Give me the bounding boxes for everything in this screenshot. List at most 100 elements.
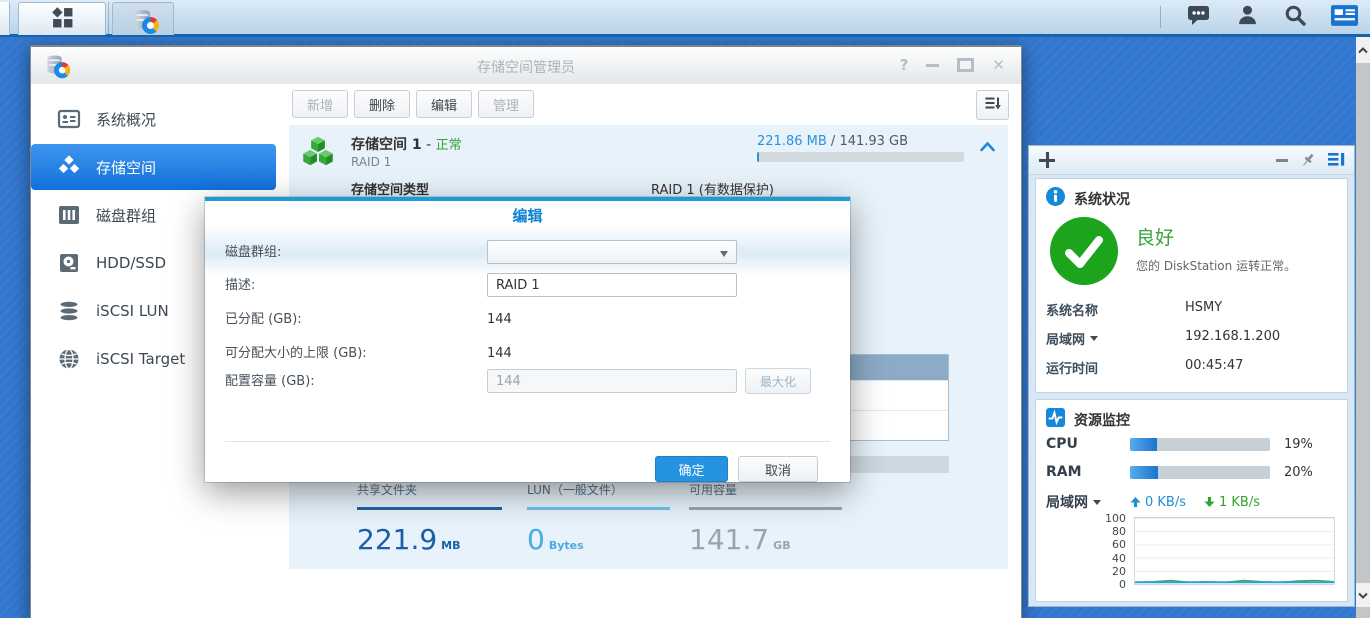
volume-name: 存储空间 1 xyxy=(351,137,422,153)
search-icon[interactable] xyxy=(1283,3,1307,31)
description-input[interactable] xyxy=(487,273,737,297)
maximize-icon[interactable] xyxy=(957,58,974,72)
user-icon[interactable] xyxy=(1236,3,1259,31)
cpu-bar-fill xyxy=(1130,438,1157,451)
stat-unit: GB xyxy=(773,539,790,552)
chart-y-ticks: 100 80 60 40 20 0 xyxy=(1046,512,1126,591)
taskbar-separator xyxy=(108,2,109,35)
help-icon[interactable]: ? xyxy=(900,56,909,74)
ram-label: RAM xyxy=(1046,464,1130,480)
lan-ip-value: 192.168.1.200 xyxy=(1185,329,1280,348)
system-health-widget: 系统状况 良好 您的 DiskStation 运转正常。 系统名称 HSMY 局… xyxy=(1035,178,1348,393)
volume-title: 存储空间 1 - 正常 xyxy=(351,134,462,154)
stat-available: 可用容量 141.7GB xyxy=(689,481,842,556)
disk-group-dropdown[interactable] xyxy=(487,240,737,264)
widget-title: 系统状况 xyxy=(1074,189,1130,209)
manage-button[interactable]: 管理 xyxy=(478,90,534,118)
health-description: 您的 DiskStation 运转正常。 xyxy=(1136,257,1346,274)
widget-panel: 系统状况 良好 您的 DiskStation 运转正常。 系统名称 HSMY 局… xyxy=(1028,145,1355,607)
edit-button[interactable]: 编辑 xyxy=(416,90,472,118)
sidebar-item-label: 系统概况 xyxy=(96,109,156,130)
iscsi-lun-icon xyxy=(57,299,81,323)
widgets-icon[interactable] xyxy=(1331,5,1358,30)
scrollbar[interactable] xyxy=(1356,37,1370,618)
collapse-panel-icon[interactable] xyxy=(1276,159,1288,162)
health-check-icon xyxy=(1050,217,1118,285)
chevron-down-icon xyxy=(720,251,728,257)
lan-upload: 0 KB/s xyxy=(1130,495,1186,510)
delete-button[interactable]: 删除 xyxy=(354,90,410,118)
stat-value: 0 xyxy=(527,523,545,556)
capacity-input[interactable] xyxy=(487,369,737,393)
dialog-title: 编辑 xyxy=(205,201,850,229)
volume-used: 221.86 MB xyxy=(757,134,827,149)
info-icon xyxy=(1046,187,1065,210)
stat-unit: MB xyxy=(441,539,460,552)
stat-value: 141.7 xyxy=(689,523,769,556)
overview-icon xyxy=(57,107,81,131)
minimize-icon[interactable] xyxy=(926,64,939,67)
stat-rule xyxy=(689,507,842,510)
ok-button[interactable]: 确定 xyxy=(655,456,728,482)
pin-icon[interactable] xyxy=(1300,152,1316,172)
volume-usage: 221.86 MB / 141.93 GB xyxy=(757,134,908,149)
taskbar xyxy=(0,0,1370,37)
widget-title: 资源监控 xyxy=(1074,410,1130,430)
sidebar-item-overview[interactable]: 系统概况 xyxy=(31,96,276,142)
stat-shared-folders: 共享文件夹 221.9 MB xyxy=(357,481,502,556)
edit-dialog: 编辑 磁盘群组: 描述: 已分配 (GB): 144 可分配大小的上限 (GB)… xyxy=(205,197,850,482)
allocated-label: 已分配 (GB): xyxy=(225,312,302,327)
scroll-down-icon[interactable] xyxy=(1356,583,1370,607)
collapse-chevron-icon[interactable] xyxy=(979,138,996,157)
window-title: 存储空间管理员 xyxy=(31,57,1021,77)
stat-rule xyxy=(357,507,502,510)
download-arrow-icon xyxy=(1204,496,1215,508)
ram-bar xyxy=(1130,466,1270,479)
lan-download: 1 KB/s xyxy=(1204,495,1260,510)
storage-manager-icon xyxy=(135,8,152,31)
close-icon[interactable]: ✕ xyxy=(992,56,1005,74)
cpu-value: 19% xyxy=(1284,437,1313,452)
sidebar-item-label: HDD/SSD xyxy=(96,254,166,272)
dialog-divider xyxy=(225,441,830,442)
disk-group-label: 磁盘群组: xyxy=(225,245,281,260)
scroll-up-icon[interactable] xyxy=(1356,37,1370,63)
lan-traffic-chart: 100 80 60 40 20 0 xyxy=(1046,512,1337,592)
cpu-label: CPU xyxy=(1046,436,1130,452)
allocated-value: 144 xyxy=(487,307,512,332)
lan-label[interactable]: 局域网 xyxy=(1046,329,1185,348)
desktop: 存储空间管理员 ? ✕ 系统概况 xyxy=(0,0,1370,618)
capacity-label: 配置容量 (GB): xyxy=(225,374,315,389)
volume-status-icon xyxy=(299,134,337,174)
create-button[interactable]: 新增 xyxy=(292,90,348,118)
sidebar-item-label: 存储空间 xyxy=(96,157,156,178)
sort-list-button[interactable] xyxy=(976,90,1009,120)
cancel-button[interactable]: 取消 xyxy=(738,456,818,482)
resource-monitor-widget: 资源监控 CPU 19% RAM 20% 局域网 0 KB/s xyxy=(1035,399,1348,602)
maximize-capacity-button[interactable]: 最大化 xyxy=(745,368,811,394)
volume-type-value: RAID 1 (有数据保护) xyxy=(651,179,774,198)
stat-rule xyxy=(527,507,670,510)
resource-monitor-icon xyxy=(1046,408,1065,431)
storage-manager-taskbar-button[interactable] xyxy=(112,2,174,35)
max-alloc-value: 144 xyxy=(487,341,512,366)
sidebar-item-volume[interactable]: 存储空间 xyxy=(31,144,276,190)
volume-total: 141.93 GB xyxy=(839,134,908,149)
chat-icon[interactable] xyxy=(1185,3,1212,31)
stat-value: 221.9 xyxy=(357,523,437,556)
stat-label: 共享文件夹 xyxy=(357,481,502,498)
sort-list-icon xyxy=(984,94,1002,116)
volume-type-label: 存储空间类型 xyxy=(351,179,429,198)
taskbar-clipped-button[interactable] xyxy=(0,2,10,35)
system-name-label: 系统名称 xyxy=(1046,300,1185,319)
description-label: 描述: xyxy=(225,278,255,293)
lan-monitor-label[interactable]: 局域网 xyxy=(1046,492,1130,512)
panel-layout-icon[interactable] xyxy=(1328,152,1345,171)
window-titlebar[interactable]: 存储空间管理员 ? ✕ xyxy=(31,47,1021,85)
main-menu-button[interactable] xyxy=(18,2,106,35)
volume-usage-separator: / xyxy=(831,134,835,149)
chart-plot-area xyxy=(1134,517,1335,585)
sidebar-item-label: iSCSI Target xyxy=(96,350,185,368)
add-widget-icon[interactable] xyxy=(1039,152,1055,168)
taskbar-right-separator xyxy=(1160,6,1161,28)
